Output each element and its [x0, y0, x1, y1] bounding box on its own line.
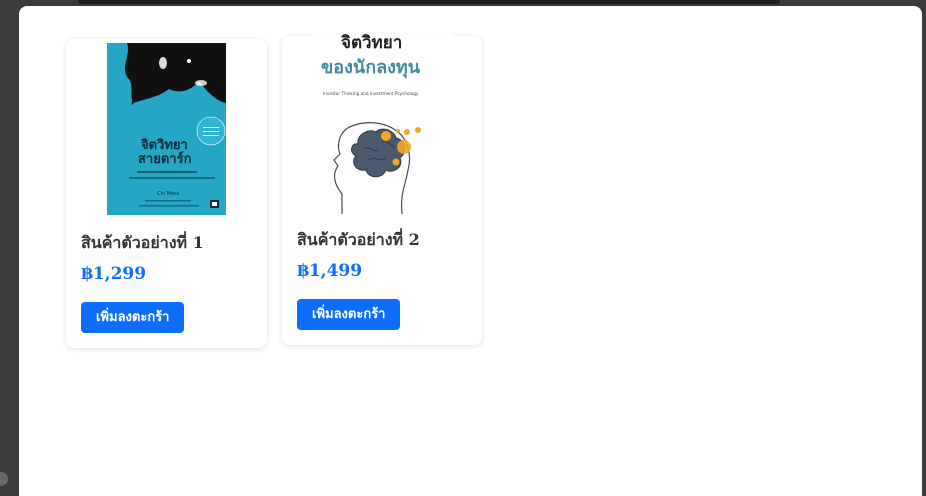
backdrop-corner-dot [0, 472, 8, 486]
product-image: จิตวิทยา สายดาร์ก Chi Mess [107, 43, 226, 215]
product-title: สินค้าตัวอย่างที่ 2 [297, 230, 420, 249]
cover-title-line2: สายดาร์ก [138, 151, 192, 167]
backdrop-top-bar [78, 0, 780, 4]
product-image: จิตวิทยา ของนักลงทุน Investor Thinking a… [312, 34, 452, 214]
cover-title-line1: จิตวิทยา [141, 138, 188, 153]
add-to-cart-button[interactable]: เพิ่มลงตะกร้า [297, 299, 401, 330]
product-price: ฿1,299 [81, 264, 147, 284]
cover-subtitle: Investor Thinking and Investment Psychol… [323, 91, 419, 96]
product-card: จิตวิทยา สายดาร์ก Chi Mess สินค้าตัวอย่า… [66, 39, 267, 348]
add-to-cart-button[interactable]: เพิ่มลงตะกร้า [81, 302, 185, 333]
product-modal: จิตวิทยา สายดาร์ก Chi Mess สินค้าตัวอย่า… [19, 6, 922, 496]
book-cover-image: จิตวิทยา สายดาร์ก Chi Mess [107, 43, 226, 215]
product-card: จิตวิทยา ของนักลงทุน Investor Thinking a… [282, 34, 482, 345]
cover-title-line1: จิตวิทยา [341, 34, 402, 53]
product-price: ฿1,499 [297, 261, 363, 281]
product-title: สินค้าตัวอย่างที่ 1 [81, 233, 204, 252]
cover-author: Chi Mess [157, 191, 180, 197]
cover-title-line2: ของนักลงทุน [321, 57, 421, 79]
book-cover-image: จิตวิทยา ของนักลงทุน Investor Thinking a… [312, 34, 452, 214]
